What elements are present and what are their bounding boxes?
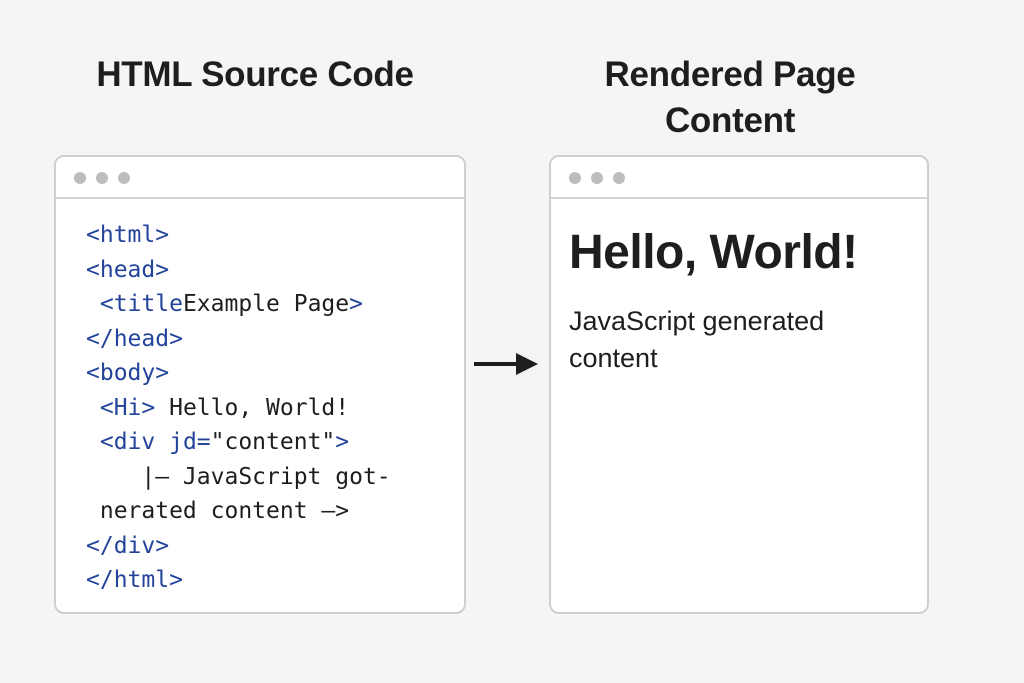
arrow-right-icon bbox=[474, 353, 538, 375]
code-tag: > bbox=[349, 291, 363, 317]
code-tag: <body> bbox=[86, 360, 170, 386]
code-line: nerated content –> bbox=[86, 494, 391, 529]
code-tag: <head> bbox=[86, 256, 170, 283]
code-tag: <div jd= bbox=[99, 429, 211, 455]
rendered-content-heading-line1: Rendered Page bbox=[604, 55, 856, 94]
code-line: </html> bbox=[86, 563, 391, 598]
rendered-hello-heading: Hello, World! bbox=[569, 226, 858, 279]
code-tag: <title bbox=[99, 291, 183, 317]
rendered-page-window: Hello, World! JavaScript generated conte… bbox=[549, 155, 929, 614]
window-dot-icon bbox=[591, 172, 603, 184]
code-line: </head> bbox=[86, 322, 391, 357]
source-window-titlebar bbox=[56, 157, 464, 199]
source-code-heading: HTML Source Code bbox=[96, 55, 414, 94]
code-tag: <Hi> bbox=[99, 394, 156, 421]
code-tag: </div> bbox=[86, 532, 170, 559]
source-code-window: <html> <head> <titleExample Page> </head> <… bbox=[54, 155, 466, 614]
window-dot-icon bbox=[96, 172, 108, 184]
code-tag: <html> bbox=[86, 222, 170, 248]
window-dot-icon bbox=[118, 172, 130, 184]
code-line: <div jd="content"> bbox=[86, 425, 391, 460]
code-text: |– JavaScript got- bbox=[86, 463, 391, 490]
code-block: <html> <head> <titleExample Page> </head> <… bbox=[86, 218, 391, 598]
code-text: Example Page bbox=[182, 291, 350, 317]
code-text: Hello, World! bbox=[155, 394, 350, 421]
rendered-content-heading: Rendered Page Content bbox=[560, 52, 900, 144]
window-dot-icon bbox=[74, 172, 86, 184]
code-tag: > bbox=[335, 429, 350, 455]
window-dot-icon bbox=[569, 172, 581, 184]
code-line: |– JavaScript got- bbox=[86, 460, 391, 495]
code-line: <Hi> Hello, World! bbox=[86, 391, 391, 426]
window-dot-icon bbox=[613, 172, 625, 184]
code-line: <head> bbox=[86, 253, 391, 288]
code-text: "content" bbox=[210, 429, 336, 455]
rendered-generated-text: JavaScript generated content bbox=[569, 306, 825, 373]
code-tag: </html> bbox=[86, 567, 183, 593]
code-text: nerated content –> bbox=[86, 498, 350, 524]
render-window-titlebar bbox=[551, 157, 927, 199]
code-line: <titleExample Page> bbox=[86, 287, 391, 322]
rendered-content-heading-line2: Content bbox=[664, 101, 796, 140]
code-line: <body> bbox=[86, 356, 391, 391]
code-line: <html> bbox=[86, 218, 391, 253]
code-tag: </head> bbox=[86, 325, 183, 352]
code-line: </div> bbox=[86, 529, 391, 564]
